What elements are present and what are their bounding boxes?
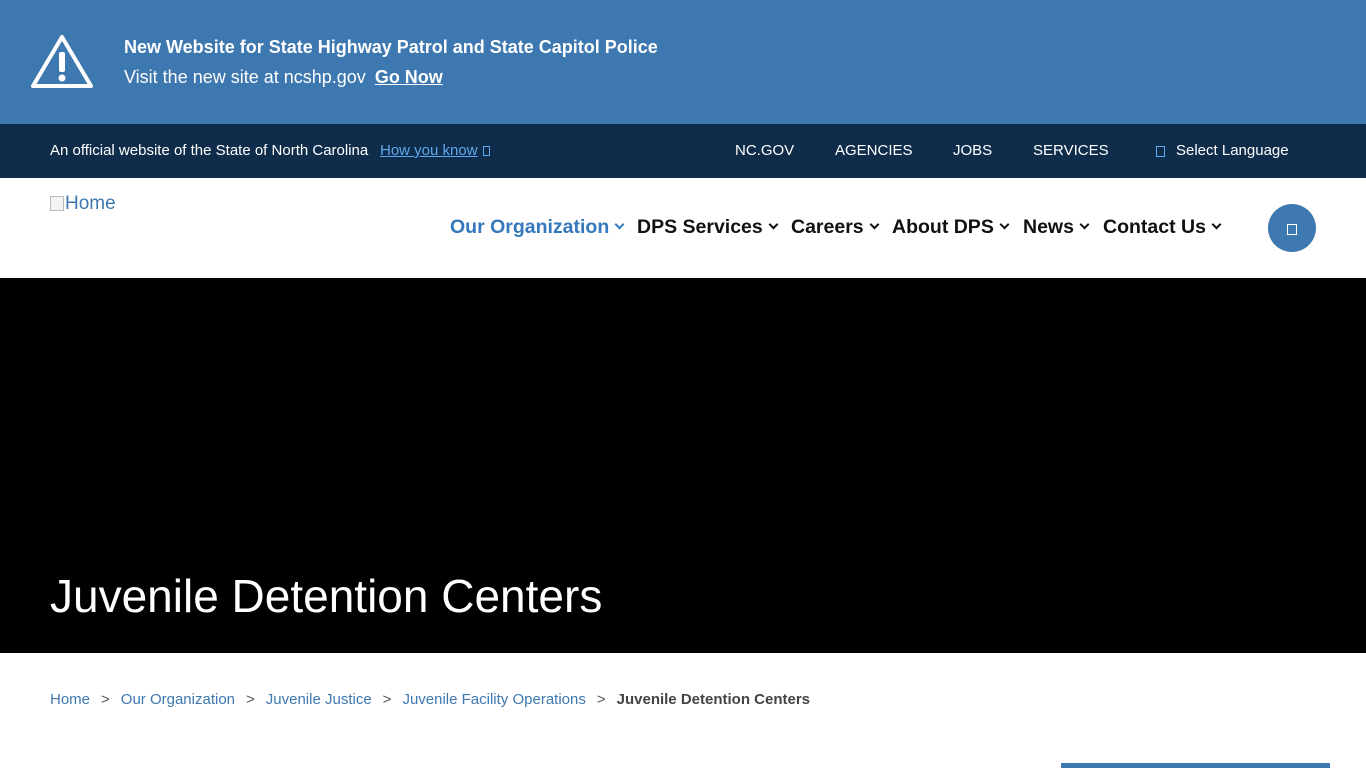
nav-label: Careers [791,216,864,238]
breadcrumb-separator: > [382,691,392,708]
alert-banner: New Website for State Highway Patrol and… [0,0,1366,124]
search-icon [1287,224,1297,235]
nav-label: About DPS [892,216,994,238]
services-link[interactable]: SERVICES [1033,142,1109,159]
breadcrumb-separator: > [246,691,255,708]
how-you-know-label: How you know [380,142,478,159]
breadcrumb-separator: > [596,691,606,708]
breadcrumb: Home > Our Organization > Juvenile Justice > J… [50,691,810,708]
logo-alt-text: Home [65,193,116,214]
hero-banner: Juvenile Detention Centers [0,278,1366,653]
nav-about-dps[interactable]: About DPS [892,216,1010,239]
nav-label: DPS Services [637,216,763,238]
warning-icon [31,35,93,88]
chevron-down-icon [482,146,490,156]
nav-label: Contact Us [1103,216,1206,238]
home-logo-link[interactable]: Home [50,193,116,215]
how-you-know-link[interactable]: How you know [380,142,490,159]
breadcrumb-current: Juvenile Detention Centers [616,691,811,708]
alert-text: Visit the new site at ncshp.gov [124,67,366,87]
nav-dps-services[interactable]: DPS Services [637,216,779,239]
chevron-down-icon [1079,219,1090,230]
search-button[interactable] [1268,204,1316,252]
breadcrumb-separator: > [101,691,110,708]
breadcrumb-home[interactable]: Home [50,691,90,708]
nav-label: Our Organization [450,216,610,238]
nav-careers[interactable]: Careers [791,216,880,239]
go-now-link[interactable]: Go Now [375,67,443,87]
globe-icon [1156,146,1165,157]
breadcrumb-juvenile-justice[interactable]: Juvenile Justice [266,691,372,708]
jobs-link[interactable]: JOBS [953,142,992,159]
nav-news[interactable]: News [1023,216,1090,239]
chevron-down-icon [614,219,625,230]
breadcrumb-juvenile-facility-operations[interactable]: Juvenile Facility Operations [402,691,585,708]
nc-gov-link[interactable]: NC.GOV [735,142,794,159]
nav-contact-us[interactable]: Contact Us [1103,216,1222,239]
alert-message: Visit the new site at ncshp.gov Go Now [124,67,443,88]
page-title: Juvenile Detention Centers [50,570,603,622]
nav-label: News [1023,216,1074,238]
alert-title: New Website for State Highway Patrol and… [124,37,658,57]
main-header: Home Our Organization DPS Services Caree… [0,178,1366,278]
chevron-down-icon [869,219,880,230]
official-bar: An official website of the State of Nort… [0,124,1366,178]
select-language-button[interactable]: Select Language [1176,142,1289,159]
chevron-down-icon [1211,219,1222,230]
nav-our-organization[interactable]: Our Organization [450,216,625,239]
agencies-link[interactable]: AGENCIES [835,142,913,159]
chevron-down-icon [999,219,1010,230]
broken-image-icon [50,196,64,211]
official-site-text: An official website of the State of Nort… [50,142,369,159]
breadcrumb-our-organization[interactable]: Our Organization [121,691,235,708]
sidebar-accent-bar [1061,763,1330,768]
chevron-down-icon [768,219,779,230]
